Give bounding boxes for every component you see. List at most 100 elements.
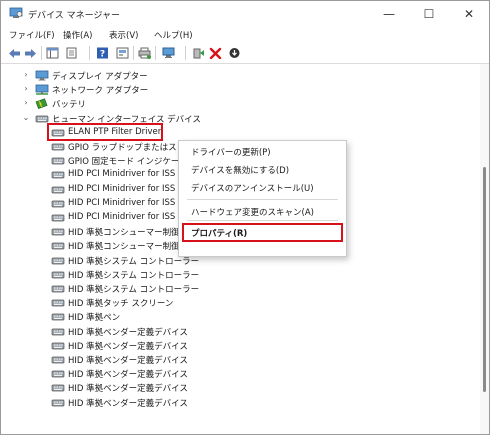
- disable-device-icon[interactable]: [227, 46, 242, 60]
- tree-item-label: HID 準拠ベンダー定義デバイス: [68, 341, 188, 352]
- context-menu-item-label: ハードウェア変更のスキャン(A): [191, 208, 314, 218]
- tree-item-label: HID PCI Minidriver for ISS: [68, 169, 176, 180]
- show-hide-tree-icon[interactable]: [45, 46, 60, 60]
- back-arrow-icon[interactable]: [7, 46, 22, 60]
- uninstall-icon[interactable]: [208, 46, 223, 60]
- selected-device-highlight: [47, 123, 163, 141]
- menu-help[interactable]: ヘルプ(H): [154, 29, 193, 41]
- menu-file[interactable]: ファイル(F): [9, 29, 55, 41]
- tree-item-label: HID 準拠タッチ スクリーン: [68, 299, 174, 310]
- tree-category-item[interactable]: › ディスプレイ アダプター: [1, 69, 479, 83]
- expand-chevron-icon[interactable]: ›: [21, 84, 31, 93]
- tree-item-label: HID 準拠ベンダー定義デバイス: [68, 384, 188, 395]
- device-manager-window: デバイス マネージャー — ☐ ✕ ファイル(F) 操作(A) 表示(V) ヘルプ(H) …: [0, 0, 490, 435]
- tree-device-item[interactable]: HID 準拠ベンダー定義デバイス: [1, 339, 479, 353]
- hid-device-icon: [51, 368, 65, 379]
- context-menu-item-label: デバイスのアンインストール(U): [191, 184, 314, 194]
- tree-device-item[interactable]: HID 準拠ベンダー定義デバイス: [1, 367, 479, 381]
- close-button[interactable]: ✕: [449, 1, 489, 27]
- tree-device-item[interactable]: HID 準拠タッチ スクリーン: [1, 296, 479, 310]
- context-menu-separator: [187, 199, 338, 200]
- hid-device-icon: [51, 382, 65, 393]
- hid-device-icon: [51, 169, 65, 180]
- help-icon[interactable]: ?: [95, 46, 110, 60]
- toolbar-separator: [89, 46, 90, 60]
- scroll-thumb[interactable]: [483, 167, 486, 392]
- tree-device-item[interactable]: HID 準拠ベンダー定義デバイス: [1, 353, 479, 367]
- update-view-icon[interactable]: [115, 46, 130, 60]
- tree-category-item[interactable]: › バッテリ: [1, 97, 479, 111]
- tree-device-item[interactable]: HID 準拠システム コントローラー: [1, 268, 479, 282]
- menu-bar: ファイル(F) 操作(A) 表示(V) ヘルプ(H): [1, 27, 489, 43]
- tree-device-item[interactable]: HID 準拠システム コントローラー: [1, 282, 479, 296]
- ctx-uninstall-device[interactable]: デバイスのアンインストール(U): [179, 179, 346, 196]
- tree-item-label: HID PCI Minidriver for ISS: [68, 197, 176, 208]
- hid-device-icon: [51, 311, 65, 322]
- tree-device-item[interactable]: HID 準拠ペン: [1, 310, 479, 324]
- expand-chevron-icon[interactable]: ›: [21, 98, 31, 107]
- collapse-chevron-icon[interactable]: ⌄: [21, 113, 31, 122]
- add-driver-icon[interactable]: [191, 46, 206, 60]
- hid-device-icon: [51, 141, 65, 152]
- context-menu-item-label: ドライバーの更新(P): [191, 148, 271, 158]
- display-adapter-icon: [35, 70, 49, 81]
- ctx-scan-hardware[interactable]: ハードウェア変更のスキャン(A): [179, 203, 346, 220]
- menu-view[interactable]: 表示(V): [109, 29, 138, 41]
- ctx-disable-device[interactable]: デバイスを無効にする(D): [179, 161, 346, 178]
- hid-device-icon: [51, 240, 65, 251]
- title-bar: デバイス マネージャー — ☐ ✕: [1, 1, 489, 27]
- tree-item-label: HID 準拠システム コントローラー: [68, 270, 200, 281]
- print-icon[interactable]: [137, 46, 152, 60]
- toolbar-separator: [185, 46, 186, 60]
- toolbar-separator: [155, 46, 156, 60]
- tree-item-label: HID 準拠ベンダー定義デバイス: [68, 327, 188, 338]
- hid-device-icon: [51, 226, 65, 237]
- tree-item-label: HID PCI Minidriver for ISS: [68, 183, 176, 194]
- hid-device-icon: [51, 184, 65, 195]
- hid-device-icon: [51, 283, 65, 294]
- tree-category-item[interactable]: › ネットワーク アダプター: [1, 83, 479, 97]
- hid-category-icon: [35, 113, 49, 124]
- window-title: デバイス マネージャー: [28, 11, 120, 21]
- svg-text:?: ?: [100, 50, 105, 60]
- context-menu-item-label: デバイスを無効にする(D): [191, 166, 290, 176]
- tree-item-label: HID 準拠ベンダー定義デバイス: [68, 356, 188, 366]
- device-manager-app-icon: [9, 7, 23, 18]
- ctx-update-driver[interactable]: ドライバーの更新(P): [179, 143, 346, 160]
- properties-icon[interactable]: [64, 46, 79, 60]
- hid-device-icon: [51, 269, 65, 280]
- hid-device-icon: [51, 397, 65, 408]
- context-menu-separator: [187, 220, 338, 221]
- forward-arrow-icon[interactable]: [23, 46, 38, 60]
- hid-device-icon: [51, 212, 65, 223]
- tree-device-item[interactable]: HID 準拠ベンダー定義デバイス: [1, 325, 479, 339]
- tree-item-label: HID 準拠システム コントローラー: [68, 285, 200, 295]
- tree-item-label: バッテリ: [52, 100, 87, 111]
- hid-device-icon: [51, 155, 65, 166]
- tree-item-label: HID 準拠ベンダー定義デバイス: [68, 370, 188, 381]
- toolbar-separator: [41, 46, 42, 60]
- hid-device-icon: [51, 255, 65, 266]
- tree-device-item[interactable]: HID 準拠ベンダー定義デバイス: [1, 396, 479, 410]
- network-adapter-icon: [35, 84, 49, 95]
- menu-action[interactable]: 操作(A): [63, 29, 92, 41]
- battery-icon: [35, 98, 49, 110]
- scan-hardware-icon[interactable]: [161, 46, 176, 60]
- tree-item-label: ネットワーク アダプター: [52, 86, 149, 97]
- tree-device-item[interactable]: HID 準拠ベンダー定義デバイス: [1, 381, 479, 395]
- minimize-button[interactable]: —: [369, 1, 409, 27]
- expand-chevron-icon[interactable]: ›: [21, 70, 31, 79]
- toolbar: ?: [1, 43, 489, 64]
- hid-device-icon: [51, 326, 65, 337]
- context-menu: ドライバーの更新(P) デバイスを無効にする(D) デバイスのアンインストール(U)…: [178, 140, 347, 257]
- hid-device-icon: [51, 340, 65, 351]
- tree-item-label: HID 準拠ペン: [68, 313, 121, 324]
- hid-device-icon: [51, 297, 65, 308]
- hid-device-icon: [51, 198, 65, 209]
- tree-item-label: HID 準拠ベンダー定義デバイス: [68, 398, 188, 409]
- toolbar-separator: [133, 46, 134, 60]
- vertical-scrollbar[interactable]: [480, 64, 489, 434]
- tree-item-label: HID PCI Minidriver for ISS: [68, 212, 176, 222]
- maximize-button[interactable]: ☐: [409, 1, 449, 27]
- tree-item-label: ディスプレイ アダプター: [52, 72, 148, 82]
